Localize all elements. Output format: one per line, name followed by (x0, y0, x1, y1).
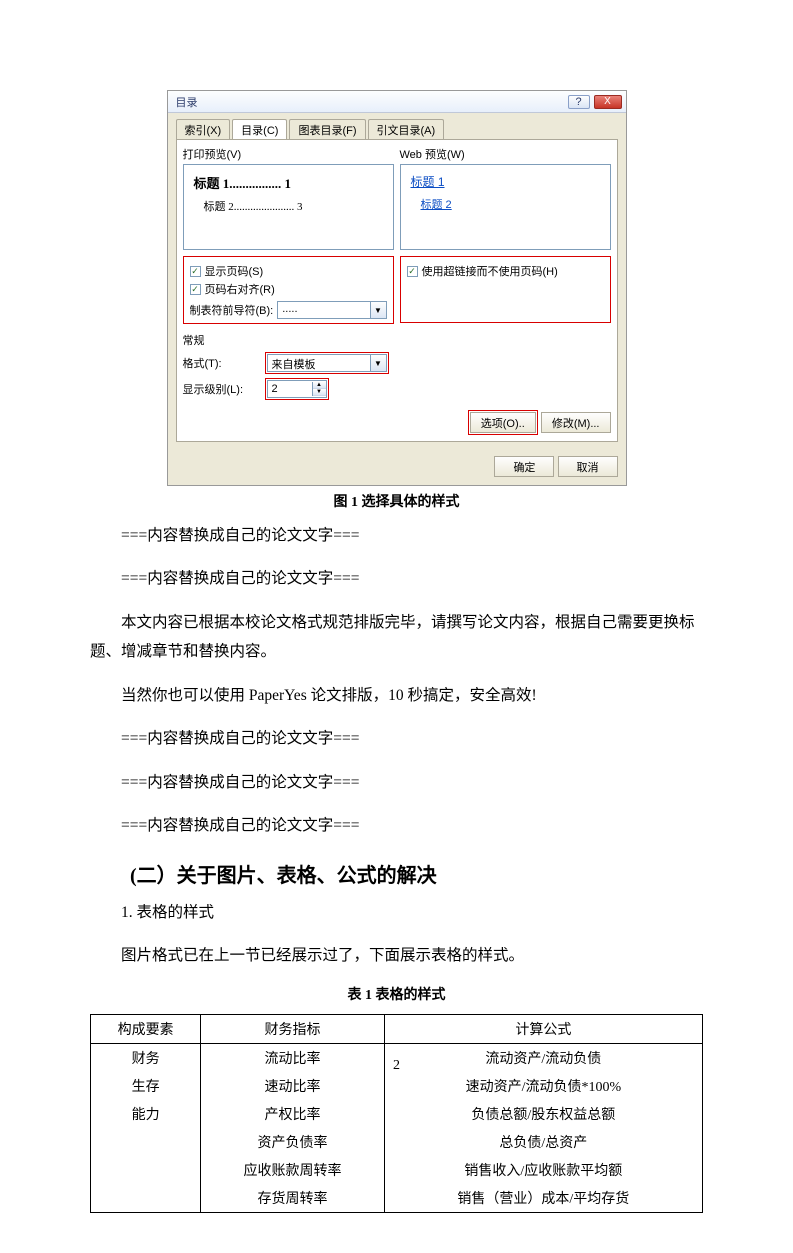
dialog-title-text: 目录 (176, 94, 198, 110)
web-preview: 标题 1 标题 2 (400, 164, 611, 250)
dialog-titlebar: 目录 ? X (168, 91, 626, 113)
table-cell: 销售收入/应收账款平均额 (384, 1156, 702, 1184)
hyperlink-option: ✓ 使用超链接而不使用页码(H) (400, 256, 611, 323)
table-cell: 存货周转率 (201, 1184, 385, 1213)
chevron-up-icon: ▲ (313, 382, 326, 389)
web-preview-link-1[interactable]: 标题 1 (411, 175, 445, 189)
table-header: 构成要素 (91, 1015, 201, 1044)
paragraph: 图片格式已在上一节已经展示过了，下面展示表格的样式。 (90, 941, 703, 970)
print-preview: 标题 1................ 1 标题 2.............… (183, 164, 394, 250)
table-cell (91, 1128, 201, 1156)
table-cell: 总负债/总资产 (384, 1128, 702, 1156)
show-level-spinner[interactable]: 2 ▲▼ (267, 380, 327, 398)
show-level-label: 显示级别(L): (183, 381, 261, 397)
paragraph: ===内容替换成自己的论文文字=== (90, 521, 703, 550)
chevron-down-icon: ▼ (370, 302, 386, 318)
modify-button[interactable]: 修改(M)... (541, 412, 611, 433)
table-cell: 销售（营业）成本/平均存货 (384, 1184, 702, 1213)
table-cell: 应收账款周转率 (201, 1156, 385, 1184)
tab-citation-list[interactable]: 引文目录(A) (368, 119, 445, 139)
cancel-button[interactable]: 取消 (558, 456, 618, 477)
table-cell (91, 1156, 201, 1184)
table-cell: 资产负债率 (201, 1128, 385, 1156)
table-cell: 生存 (91, 1072, 201, 1100)
table-cell: 速动比率 (201, 1072, 385, 1100)
table-header: 计算公式 (384, 1015, 702, 1044)
right-align-checkbox[interactable]: ✓ 页码右对齐(R) (190, 281, 387, 297)
page-number-options: ✓ 显示页码(S) ✓ 页码右对齐(R) 制表符前导符(B): ..... ▼ (183, 256, 394, 324)
table-cell: 能力 (91, 1100, 201, 1128)
checkbox-icon: ✓ (190, 266, 201, 277)
table-caption: 表 1 表格的样式 (90, 984, 703, 1004)
use-hyperlink-checkbox[interactable]: ✓ 使用超链接而不使用页码(H) (407, 263, 604, 279)
web-preview-link-2[interactable]: 标题 2 (421, 199, 452, 211)
chevron-down-icon: ▼ (370, 355, 386, 371)
web-preview-label: Web 预览(W) (400, 146, 611, 162)
ok-button[interactable]: 确定 (494, 456, 554, 477)
tab-index[interactable]: 索引(X) (176, 119, 231, 139)
figure-caption: 图 1 选择具体的样式 (90, 491, 703, 511)
paragraph: 本文内容已根据本校论文格式规范排版完毕，请撰写论文内容，根据自己需要更换标题、增… (90, 608, 703, 667)
page-number: 2 (0, 1058, 793, 1074)
print-preview-label: 打印预览(V) (183, 146, 394, 162)
paragraph: ===内容替换成自己的论文文字=== (90, 811, 703, 840)
table-cell: 速动资产/流动负债*100% (384, 1072, 702, 1100)
format-label: 格式(T): (183, 355, 261, 371)
tab-leader-combo[interactable]: ..... ▼ (277, 301, 386, 319)
checkbox-icon: ✓ (190, 284, 201, 295)
heading-level-3: 1. 表格的样式 (90, 898, 703, 927)
table-cell (91, 1184, 201, 1213)
general-header: 常规 (183, 332, 611, 348)
paragraph: ===内容替换成自己的论文文字=== (90, 724, 703, 753)
show-page-numbers-checkbox[interactable]: ✓ 显示页码(S) (190, 263, 387, 279)
data-table: 构成要素 财务指标 计算公式 财务 流动比率 流动资产/流动负债 生存 速动比率… (90, 1014, 703, 1213)
heading-level-2: (二）关于图片、表格、公式的解决 (90, 859, 703, 888)
table-header: 财务指标 (201, 1015, 385, 1044)
dialog-body: 打印预览(V) 标题 1................ 1 标题 2.....… (176, 139, 618, 442)
format-combo[interactable]: 来自模板 ▼ (267, 354, 387, 372)
table-cell: 产权比率 (201, 1100, 385, 1128)
tab-figure-list[interactable]: 图表目录(F) (289, 119, 365, 139)
paragraph: ===内容替换成自己的论文文字=== (90, 564, 703, 593)
dialog-close-button[interactable]: X (594, 95, 622, 109)
tab-leader-label: 制表符前导符(B): (190, 302, 274, 318)
tab-toc[interactable]: 目录(C) (232, 119, 287, 139)
paragraph: ===内容替换成自己的论文文字=== (90, 768, 703, 797)
options-button[interactable]: 选项(O).. (470, 412, 536, 433)
chevron-down-icon: ▼ (313, 389, 326, 396)
toc-dialog: 目录 ? X 索引(X) 目录(C) 图表目录(F) 引文目录(A) 打印预览(… (167, 90, 627, 486)
paragraph: 当然你也可以使用 PaperYes 论文排版，10 秒搞定，安全高效! (90, 681, 703, 710)
dialog-tabs: 索引(X) 目录(C) 图表目录(F) 引文目录(A) (168, 113, 626, 139)
dialog-help-button[interactable]: ? (568, 95, 590, 109)
checkbox-icon: ✓ (407, 266, 418, 277)
table-cell: 负债总额/股东权益总额 (384, 1100, 702, 1128)
